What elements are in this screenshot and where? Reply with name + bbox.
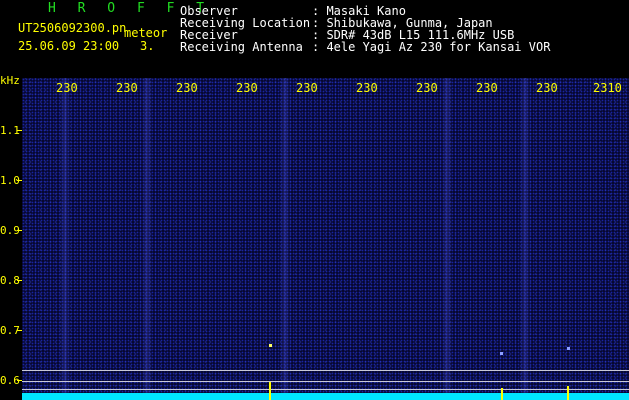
datetime: 25.06.09 23:00 (18, 39, 120, 53)
meteor-echo (567, 347, 570, 350)
spectrogram-band (60, 78, 70, 400)
y-tick-mark (17, 130, 22, 131)
spectrum-spike (501, 388, 503, 400)
x-tick-label: 230 (416, 81, 438, 95)
x-tick-label: 230 (236, 81, 258, 95)
meteor-label: meteor (124, 26, 168, 40)
filename: UT2506092300.pn (18, 21, 127, 35)
spectrogram-band (142, 78, 152, 400)
y-tick-mark (17, 280, 22, 281)
guide-line (22, 370, 629, 371)
y-unit-label: kHz (0, 74, 20, 87)
x-tick-label: 2310 (593, 81, 622, 95)
spectrogram-band (442, 78, 452, 400)
header-panel: H R O F F T UT2506092300.pn meteor 25.06… (0, 0, 629, 72)
y-tick-mark (17, 230, 22, 231)
guide-line (22, 389, 629, 390)
y-tick-mark (17, 180, 22, 181)
meteor-count: 3. (140, 39, 155, 53)
x-tick-label: 230 (296, 81, 318, 95)
spectrogram-plot (22, 78, 629, 400)
spectrum-spike (269, 382, 271, 400)
antenna-value: : 4ele Yagi Az 230 for Kansai VOR (312, 40, 551, 54)
y-tick-mark (17, 330, 22, 331)
meteor-echo (269, 344, 272, 347)
spectrogram-band (520, 78, 530, 400)
spectrum-spike (567, 386, 569, 400)
x-tick-label: 230 (476, 81, 498, 95)
antenna-label: Receiving Antenna (180, 40, 303, 54)
x-tick-label: 230 (356, 81, 378, 95)
x-tick-label: 230 (536, 81, 558, 95)
meteor-echo (500, 352, 503, 355)
x-tick-label: 230 (116, 81, 138, 95)
guide-line (22, 381, 629, 382)
x-tick-label: 230 (56, 81, 78, 95)
x-tick-label: 230 (176, 81, 198, 95)
spectrogram-band (280, 78, 290, 400)
spectrum-baseline (22, 393, 629, 400)
